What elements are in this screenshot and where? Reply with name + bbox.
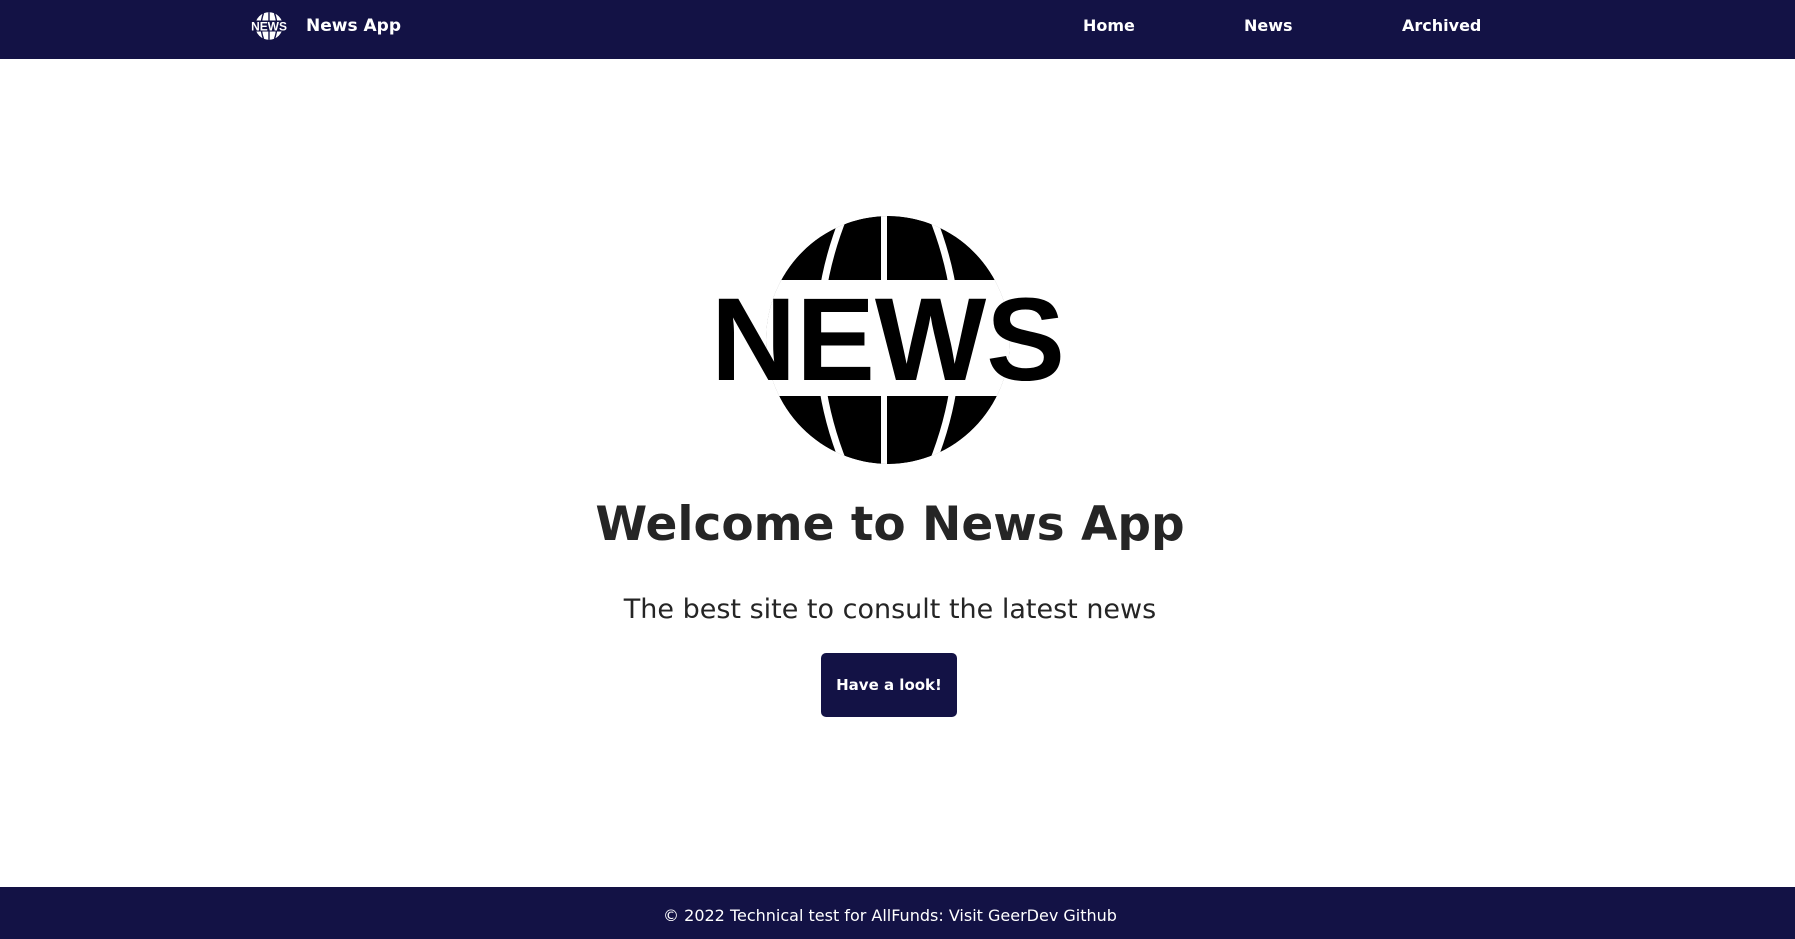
news-globe-icon: NEWS bbox=[246, 12, 292, 40]
brand-link[interactable]: NEWS News App bbox=[246, 11, 401, 41]
page-subtitle: The best site to consult the latest news bbox=[623, 594, 1157, 625]
have-a-look-button[interactable]: Have a look! bbox=[821, 653, 957, 717]
news-globe-logo: NEWS bbox=[711, 216, 1065, 464]
logo-news-text: NEWS bbox=[711, 274, 1065, 406]
brand-name[interactable]: News App bbox=[306, 16, 401, 36]
brand-logo-text: NEWS bbox=[251, 20, 287, 34]
nav-link-archived[interactable]: Archived bbox=[1402, 16, 1481, 36]
top-navbar: NEWS News App Home News Archived bbox=[0, 0, 1795, 59]
footer-text: © 2022 Technical test for AllFunds: Visi… bbox=[0, 906, 1780, 926]
footer-copyright: © 2022 Technical test for AllFunds: bbox=[663, 906, 949, 925]
nav-link-home[interactable]: Home bbox=[1083, 16, 1135, 36]
footer: © 2022 Technical test for AllFunds: Visi… bbox=[0, 887, 1795, 939]
nav-link-news[interactable]: News bbox=[1244, 16, 1293, 36]
github-link[interactable]: Visit GeerDev Github bbox=[949, 906, 1117, 925]
page-title: Welcome to News App bbox=[595, 497, 1185, 552]
